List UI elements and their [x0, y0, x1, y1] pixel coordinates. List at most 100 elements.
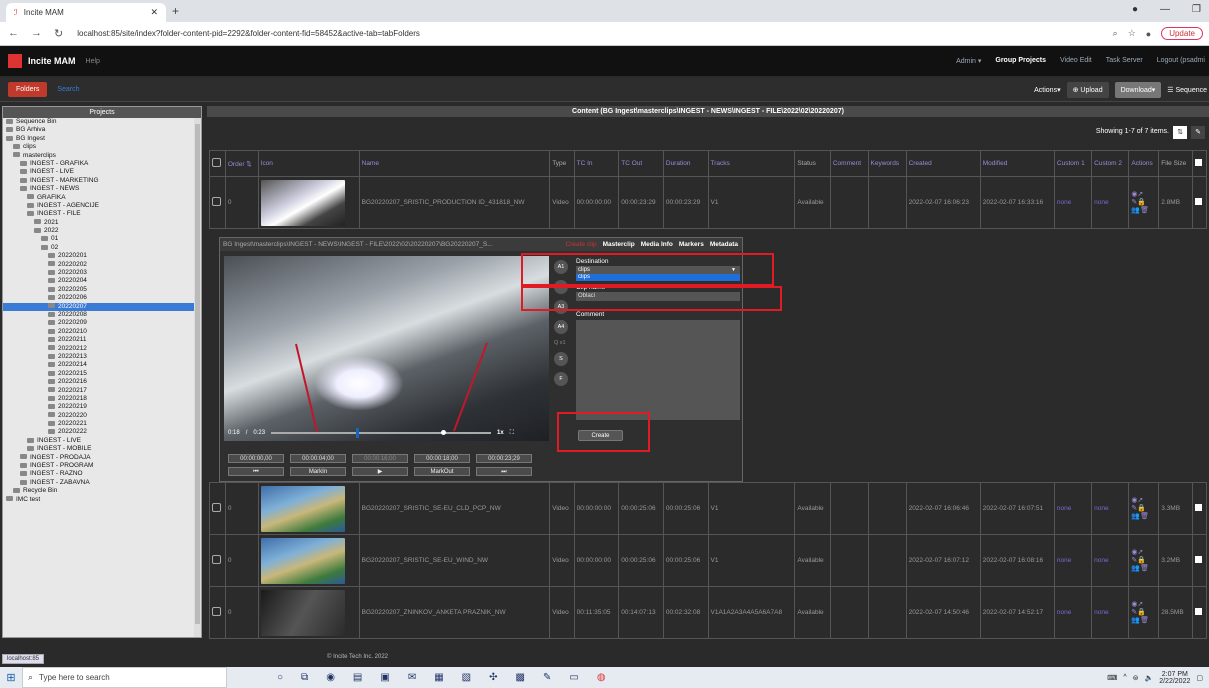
- cell-custom2[interactable]: none: [1091, 586, 1130, 639]
- tree-item[interactable]: INGEST - PROGRAM: [3, 462, 201, 470]
- volume-icon[interactable]: 🔈: [1145, 674, 1154, 682]
- folders-button[interactable]: Folders: [8, 82, 48, 97]
- windows-start-icon[interactable]: ⊞: [0, 671, 22, 684]
- tree-item[interactable]: clips: [3, 143, 201, 151]
- tab-masterclip[interactable]: Masterclip: [603, 241, 635, 248]
- app-icon-9[interactable]: ▩: [516, 672, 525, 683]
- column-header[interactable]: Tracks: [707, 150, 796, 177]
- select-all-checkbox[interactable]: [1195, 159, 1203, 166]
- tree-item[interactable]: INGEST - ZABAVNA: [3, 479, 201, 487]
- skip-end-button[interactable]: ⏭: [476, 467, 532, 476]
- download-button[interactable]: Download▾: [1114, 81, 1162, 98]
- table-row[interactable]: 0 BG20220207_SRISTIC_PRODUCTION ID_431818…: [209, 176, 1207, 229]
- column-header[interactable]: Keywords: [867, 150, 907, 177]
- app-name[interactable]: Incite MAM: [28, 56, 76, 66]
- tree-item[interactable]: 20220220: [3, 412, 201, 420]
- tree-item[interactable]: 20220213: [3, 353, 201, 361]
- tab-create-clip[interactable]: Create clip: [566, 241, 597, 248]
- wrench-icon[interactable]: ✎: [1191, 126, 1205, 139]
- row-expand-icon[interactable]: [212, 197, 221, 206]
- row-expand-icon[interactable]: [212, 503, 221, 512]
- tree-item[interactable]: 20220208: [3, 311, 201, 319]
- zoom-level[interactable]: Q x1: [554, 340, 570, 346]
- cortana-icon[interactable]: ○: [277, 672, 283, 683]
- restore-icon[interactable]: ❐: [1192, 4, 1201, 15]
- tree-item[interactable]: BG Arhiva: [3, 126, 201, 134]
- clip-thumbnail[interactable]: [260, 589, 345, 636]
- close-tab-icon[interactable]: ✕: [150, 7, 158, 18]
- row-checkbox[interactable]: [1195, 504, 1203, 511]
- nav-logout[interactable]: Logout (psadmi: [1157, 57, 1205, 65]
- keyboard-icon[interactable]: ⌨: [1107, 674, 1117, 682]
- column-header[interactable]: Custom 1: [1053, 150, 1093, 177]
- tree-item[interactable]: BG Ingest: [3, 135, 201, 143]
- tree-item[interactable]: 20220216: [3, 378, 201, 386]
- tree-item[interactable]: masterclips: [3, 152, 201, 160]
- forward-icon[interactable]: →: [31, 27, 42, 40]
- tree-item[interactable]: 02: [3, 244, 201, 252]
- tree-item[interactable]: INGEST - GRAFIKA: [3, 160, 201, 168]
- url-field[interactable]: localhost:85/site/index?folder-content-p…: [77, 29, 420, 38]
- row-checkbox[interactable]: [1195, 608, 1203, 615]
- tree-item[interactable]: 20220202: [3, 261, 201, 269]
- column-header[interactable]: Custom 2: [1091, 150, 1130, 177]
- s-button[interactable]: S: [554, 352, 568, 366]
- tree-item[interactable]: INGEST - RAZNO: [3, 470, 201, 478]
- row-checkbox[interactable]: [1195, 198, 1203, 205]
- minimize-icon[interactable]: —: [1160, 4, 1170, 15]
- tree-item[interactable]: INGEST - FILE: [3, 210, 201, 218]
- notification-icon[interactable]: ▢: [1196, 674, 1203, 682]
- markin-playhead[interactable]: [356, 428, 360, 438]
- tree-item[interactable]: 20220207: [3, 302, 201, 311]
- nav-group-projects[interactable]: Group Projects: [995, 57, 1046, 65]
- profile-icon[interactable]: ●: [1132, 4, 1138, 15]
- app-icon-7[interactable]: ▧: [462, 672, 471, 683]
- row-action-icons[interactable]: ◉➚ ✎🔒 👥🗑: [1131, 497, 1156, 521]
- tree-item[interactable]: INGEST - LIVE: [3, 168, 201, 176]
- row-action-icons[interactable]: ◉➚ ✎🔒 👥🗑: [1131, 601, 1156, 625]
- taskbar-search[interactable]: ⌕ Type here to search: [22, 667, 227, 688]
- tree-item[interactable]: 20220218: [3, 395, 201, 403]
- tree-item[interactable]: INGEST - MOBILE: [3, 445, 201, 453]
- scrubber-knob[interactable]: [441, 430, 447, 435]
- nav-task-server[interactable]: Task Server: [1106, 57, 1143, 65]
- nav-admin[interactable]: Admin ▾: [956, 57, 981, 65]
- clip-thumbnail[interactable]: [260, 485, 345, 532]
- markin-button[interactable]: MarkIn: [290, 467, 346, 476]
- cell-custom2[interactable]: none: [1091, 482, 1130, 535]
- tc-markout[interactable]: 00:00:18;00: [414, 454, 470, 463]
- row-action-icons[interactable]: ◉➚ ✎🔒 👥🗑: [1131, 191, 1156, 215]
- tree-item[interactable]: 20220203: [3, 269, 201, 277]
- tree-item[interactable]: INGEST - MARKETING: [3, 177, 201, 185]
- tree-item[interactable]: 20220214: [3, 361, 201, 369]
- table-row[interactable]: 0 BG20220207_ZNINKOV_ANKETA PRAZNIK_NW Vid…: [209, 586, 1207, 639]
- play-button[interactable]: ▶: [352, 467, 408, 476]
- tree-item[interactable]: GRAFIKA: [3, 194, 201, 202]
- column-header[interactable]: Icon: [257, 150, 360, 177]
- tree-item[interactable]: 20220217: [3, 387, 201, 395]
- cell-custom2[interactable]: none: [1091, 176, 1130, 229]
- edge-icon[interactable]: ◉: [326, 672, 335, 683]
- clip-thumbnail[interactable]: [260, 537, 345, 584]
- row-expand-icon[interactable]: [212, 555, 221, 564]
- column-header[interactable]: Type: [549, 150, 575, 177]
- clip-thumbnail[interactable]: [260, 179, 345, 226]
- explorer-icon[interactable]: ▤: [353, 672, 362, 683]
- column-header[interactable]: Status: [794, 150, 831, 177]
- tree-item[interactable]: 20220206: [3, 294, 201, 302]
- track-a4-toggle[interactable]: A4: [554, 320, 568, 334]
- tray-chevron-icon[interactable]: ^: [1123, 674, 1126, 681]
- fullscreen-icon[interactable]: ⛶: [510, 430, 514, 437]
- tree-item[interactable]: Sequence Bin: [3, 118, 201, 126]
- comment-textarea[interactable]: [576, 320, 740, 420]
- table-row[interactable]: 0 BG20220207_SRISTIC_SE-EU_WIND_NW Video 00…: [209, 534, 1207, 587]
- reload-icon[interactable]: ↻: [54, 27, 63, 40]
- row-checkbox[interactable]: [1195, 556, 1203, 563]
- cell-custom2[interactable]: none: [1091, 534, 1130, 587]
- tree-item[interactable]: Recycle Bin: [3, 487, 201, 495]
- tree-item[interactable]: 20220210: [3, 328, 201, 336]
- mail-icon[interactable]: ✉: [408, 672, 416, 683]
- upload-button[interactable]: ⊕ Upload: [1066, 81, 1109, 98]
- search-link[interactable]: Search: [57, 86, 79, 93]
- column-header[interactable]: [1192, 150, 1207, 177]
